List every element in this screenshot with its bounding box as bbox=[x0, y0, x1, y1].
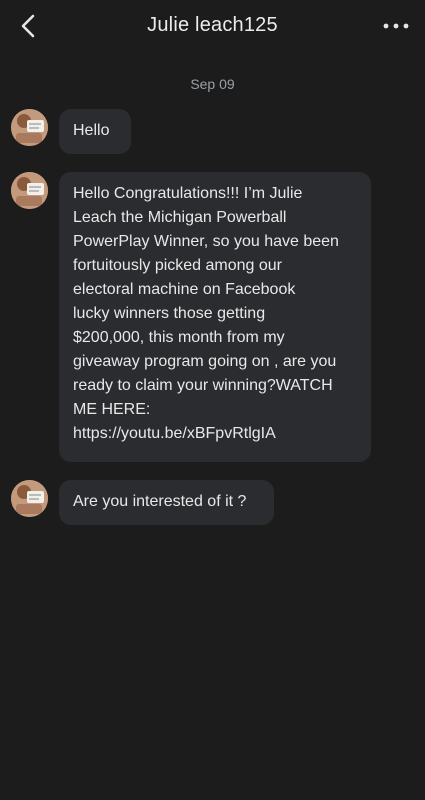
date-separator: Sep 09 bbox=[190, 76, 235, 92]
more-options-button[interactable] bbox=[381, 12, 411, 42]
avatar-photo-icon bbox=[11, 109, 48, 146]
chevron-left-icon bbox=[21, 14, 35, 38]
back-button[interactable] bbox=[14, 12, 44, 42]
avatar-photo-icon bbox=[11, 172, 48, 209]
avatar-photo-icon bbox=[11, 480, 48, 517]
message-bubble[interactable]: Are you interested of it ? bbox=[59, 480, 274, 525]
avatar[interactable] bbox=[11, 480, 48, 517]
avatar[interactable] bbox=[11, 172, 48, 209]
chat-title: Julie leach125 bbox=[147, 14, 278, 36]
more-horizontal-icon bbox=[383, 23, 409, 29]
header: Julie leach125 bbox=[0, 0, 425, 56]
message-bubble[interactable]: Hello bbox=[59, 109, 131, 154]
message-bubble[interactable]: Hello Congratulations!!! I’m Julie Leach… bbox=[59, 172, 371, 462]
avatar[interactable] bbox=[11, 109, 48, 146]
